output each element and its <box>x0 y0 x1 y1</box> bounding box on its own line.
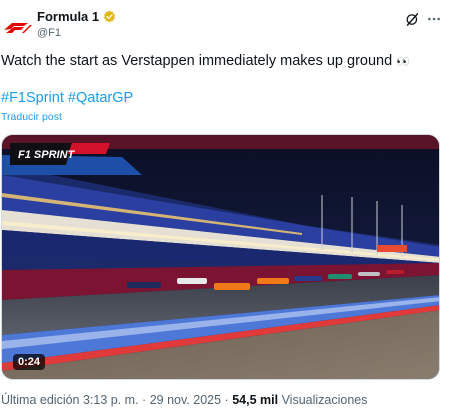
f1-sprint-overlay-logo: F1 SPRINT <box>10 143 110 165</box>
hashtag-qatargp[interactable]: #QatarGP <box>68 90 133 106</box>
svg-text:F1 SPRINT: F1 SPRINT <box>18 149 76 161</box>
eyes-emoji: 👀 <box>396 55 410 68</box>
edited-label[interactable]: Última edición 3:13 p. m. <box>1 393 139 407</box>
hashtag-f1sprint[interactable]: #F1Sprint <box>1 90 64 106</box>
verified-badge-icon <box>104 10 116 23</box>
tweet-header: Formula 1 @F1 <box>0 6 450 42</box>
tweet-text: Watch the start as Verstappen immediatel… <box>1 53 410 69</box>
views-count: 54,5 mil <box>232 393 279 407</box>
video-duration: 0:24 <box>13 354 46 370</box>
hashtags: #F1Sprint #QatarGP <box>1 90 133 106</box>
grok-icon[interactable] <box>405 12 420 27</box>
author-handle[interactable]: @F1 <box>37 27 61 39</box>
views-label: Visualizaciones <box>281 393 368 407</box>
translate-post-link[interactable]: Traducir post <box>1 111 62 123</box>
author-name-row[interactable]: Formula 1 <box>37 9 116 24</box>
video-player[interactable]: F1 SPRINT 0:24 <box>1 134 440 380</box>
separator: · <box>142 393 147 407</box>
race-start-video-frame <box>2 135 439 379</box>
f1-logo-icon[interactable] <box>2 14 32 38</box>
post-date[interactable]: 29 nov. 2025 <box>150 393 221 407</box>
tweet-body: Watch the start as Verstappen immediatel… <box>1 53 393 69</box>
separator: · <box>224 393 229 407</box>
author-name[interactable]: Formula 1 <box>37 9 99 24</box>
more-options-icon[interactable] <box>426 11 442 27</box>
tweet-footer: Última edición 3:13 p. m. · 29 nov. 2025… <box>1 393 368 407</box>
